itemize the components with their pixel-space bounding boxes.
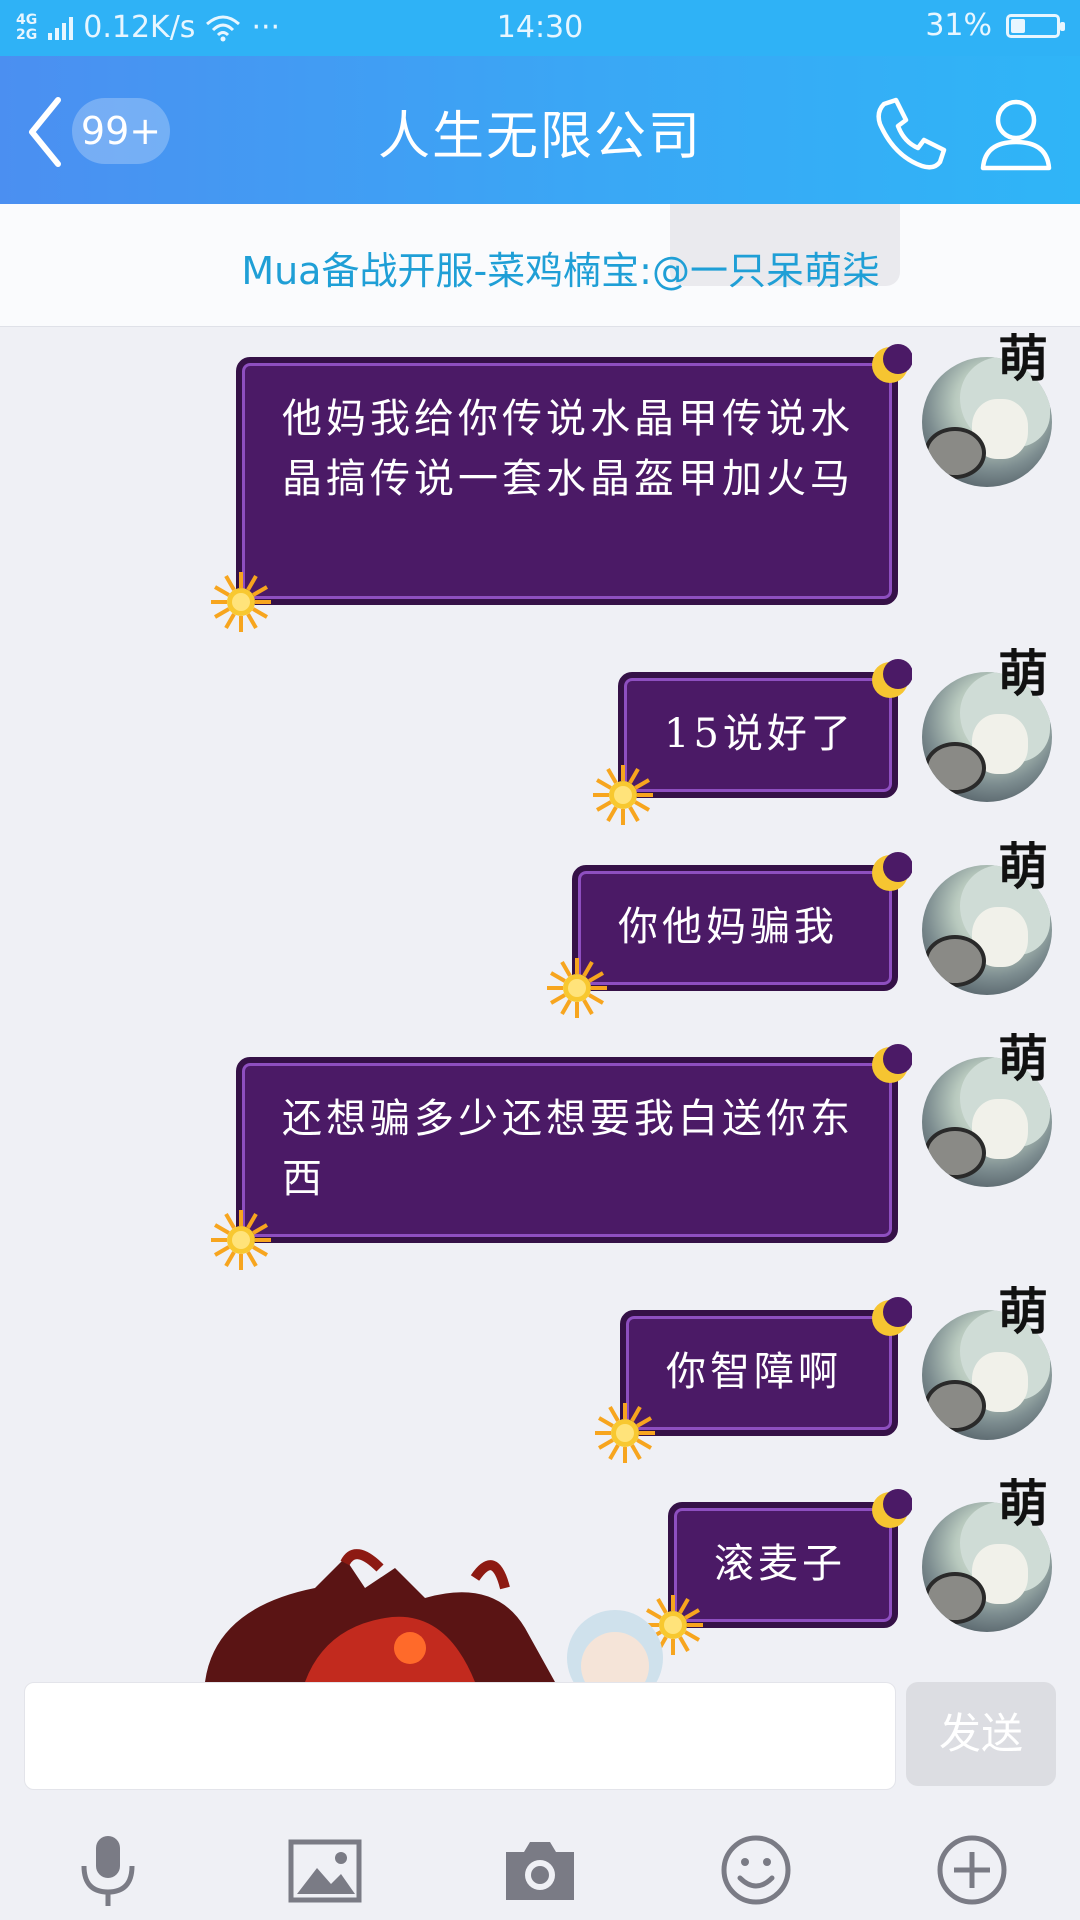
person-icon: [980, 99, 1052, 171]
moon-icon: [872, 1297, 912, 1336]
message-text: 15说好了: [664, 711, 855, 757]
image-button[interactable]: [285, 1830, 365, 1910]
avatar-pet: [924, 427, 986, 479]
profile-button[interactable]: [975, 92, 1057, 174]
message-bubble[interactable]: 还想骗多少还想要我白送你东西: [211, 1044, 912, 1270]
mention-text: Mua备战开服-菜鸡楠宝:@一只呆萌柒: [241, 249, 880, 293]
sender-avatar[interactable]: 萌: [922, 835, 1052, 995]
sticker-image: [195, 1548, 715, 1682]
avatar-pet: [924, 1572, 986, 1624]
microphone-icon: [81, 1836, 135, 1906]
sender-avatar[interactable]: 萌: [922, 1280, 1052, 1440]
emoji-button[interactable]: [716, 1830, 796, 1910]
battery-fill: [1011, 18, 1025, 33]
battery-percent: 31%: [925, 8, 992, 43]
call-button[interactable]: [870, 94, 950, 174]
send-button[interactable]: 发送: [906, 1682, 1056, 1786]
mention-notice[interactable]: Mua备战开服-菜鸡楠宝:@一只呆萌柒: [0, 204, 1080, 327]
avatar-pet: [924, 935, 986, 987]
avatar-tag: 萌: [998, 1282, 1048, 1341]
chat-header: 99+ 人生无限公司: [0, 56, 1080, 204]
camera-button[interactable]: [500, 1830, 580, 1910]
avatar-pet: [924, 1380, 986, 1432]
moon-icon: [872, 852, 912, 891]
message-list[interactable]: 他妈我给你传说水晶甲传说水晶搞传说一套水晶盔甲加火马萌 15说好了萌你他妈骗我萌还…: [0, 327, 1080, 1682]
sun-icon: [211, 572, 271, 632]
avatar-tag: 萌: [998, 837, 1048, 896]
moon-icon: [872, 344, 912, 383]
emoji-icon: [721, 1835, 791, 1905]
message-bubble[interactable]: 15说好了: [593, 659, 912, 825]
moon-icon: [872, 1044, 912, 1083]
image-icon: [288, 1839, 362, 1903]
sun-icon: [547, 958, 607, 1018]
input-toolbar: [0, 1830, 1080, 1910]
camera-icon: [506, 1842, 574, 1900]
avatar-tag: 萌: [998, 644, 1048, 703]
voice-button[interactable]: [68, 1830, 148, 1910]
sender-avatar[interactable]: 萌: [922, 1472, 1052, 1632]
more-button[interactable]: [932, 1830, 1012, 1910]
message-bubble[interactable]: 他妈我给你传说水晶甲传说水晶搞传说一套水晶盔甲加火马: [211, 344, 912, 632]
sun-icon: [211, 1210, 271, 1270]
message-input[interactable]: [24, 1682, 896, 1790]
sender-avatar[interactable]: 萌: [922, 642, 1052, 802]
battery-icon: [1006, 13, 1065, 38]
message-bubble[interactable]: 你他妈骗我: [547, 852, 912, 1018]
avatar-tag: 萌: [998, 1029, 1048, 1088]
avatar-pet: [924, 1127, 986, 1179]
sun-icon: [593, 765, 653, 825]
clock: 14:30: [496, 10, 584, 45]
message-text: 还想骗多少还想要我白送你东西: [282, 1096, 854, 1202]
message-text: 你他妈骗我: [618, 904, 838, 950]
message-text: 他妈我给你传说水晶甲传说水晶搞传说一套水晶盔甲加火马: [282, 396, 854, 502]
composer: 发送: [0, 1682, 1080, 1920]
message-bubble[interactable]: 你智障啊: [595, 1297, 912, 1463]
avatar-tag: 萌: [998, 1474, 1048, 1533]
phone-icon: [876, 97, 947, 170]
sender-avatar[interactable]: 萌: [922, 327, 1052, 487]
sender-avatar[interactable]: 萌: [922, 1027, 1052, 1187]
status-bar: 4G 2G 0.12K/s ··· 14:30 31%: [0, 0, 1080, 56]
message-text: 滚麦子: [714, 1541, 846, 1587]
message-text: 你智障啊: [666, 1349, 842, 1395]
sun-icon: [595, 1403, 655, 1463]
moon-icon: [872, 1489, 912, 1528]
plus-icon: [937, 1835, 1007, 1905]
avatar-pet: [924, 742, 986, 794]
moon-icon: [872, 659, 912, 698]
avatar-tag: 萌: [998, 329, 1048, 388]
status-right: 31%: [925, 8, 1065, 43]
